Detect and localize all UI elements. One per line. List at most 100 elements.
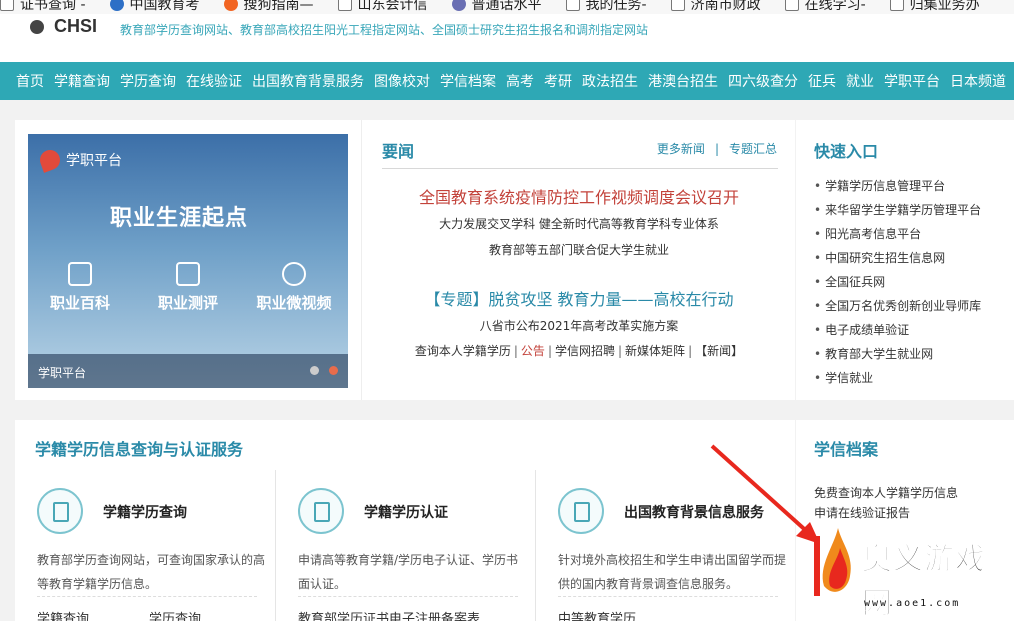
service-card-abroad[interactable]: 出国教育背景信息服务 针对境外高校招生和学生申请出国留学而提供的国内教育背景调查… bbox=[535, 470, 793, 621]
pipe-separator: | bbox=[513, 344, 518, 358]
registration-form-link[interactable]: 教育部学历证书电子注册备案表 bbox=[298, 612, 480, 621]
bookmark-item[interactable]: 中国教育考 bbox=[109, 0, 200, 14]
nav-item-home[interactable]: 首页 bbox=[16, 71, 44, 91]
feature-label: 职业百科 bbox=[49, 294, 110, 312]
bookmark-item[interactable]: 济南市财政 bbox=[670, 0, 761, 14]
quick-entry-item[interactable]: 学信就业 bbox=[814, 370, 981, 394]
quick-entry-title: 快速入口 bbox=[814, 142, 879, 161]
watermark-url: www.aoe1.com bbox=[864, 598, 961, 609]
service-panel: 学籍学历信息查询与认证服务 学籍学历查询 教育部学历查询网站，可查询国家承认的高… bbox=[15, 420, 795, 621]
bookmark-item[interactable]: 山东会计信 bbox=[337, 0, 428, 14]
quick-entry-item[interactable]: 全国万名优秀创新创业导师库 bbox=[814, 298, 981, 322]
service-title: 学籍学历信息查询与认证服务 bbox=[35, 440, 244, 459]
nav-item-xueji[interactable]: 学籍查询 bbox=[54, 71, 110, 91]
recruit-link[interactable]: 学信网招聘 bbox=[555, 344, 615, 358]
quick-entry-list: 学籍学历信息管理平台 来华留学生学籍学历管理平台 阳光高考信息平台 中国研究生招… bbox=[814, 178, 981, 394]
more-news-link[interactable]: 更多新闻 bbox=[657, 142, 705, 156]
service-card-title[interactable]: 出国教育背景信息服务 bbox=[624, 502, 764, 522]
banner-caption: 学职平台 bbox=[28, 354, 348, 388]
nav-item-archive[interactable]: 学信档案 bbox=[440, 71, 496, 91]
secondary-education-link[interactable]: 中等教育学历 bbox=[558, 612, 636, 621]
bookmark-item[interactable]: 搜狗指南— bbox=[223, 0, 314, 14]
quick-entry-item[interactable]: 全国征兵网 bbox=[814, 274, 981, 298]
topics-link[interactable]: 专题汇总 bbox=[729, 142, 777, 156]
archive-title: 学信档案 bbox=[814, 440, 879, 459]
news-sub-link[interactable]: 大力发展交叉学科 健全新时代高等教育学科专业体系 bbox=[362, 215, 796, 232]
carousel-dot-active[interactable] bbox=[329, 366, 338, 375]
service-card-desc: 针对境外高校招生和学生申请出国留学而提供的国内教育背景调查信息服务。 bbox=[558, 553, 787, 591]
service-card-title[interactable]: 学籍学历认证 bbox=[364, 502, 448, 522]
nav-item-xueli[interactable]: 学历查询 bbox=[120, 71, 176, 91]
flame-logo-icon bbox=[37, 147, 63, 173]
nav-item-kaoyan[interactable]: 考研 bbox=[544, 71, 572, 91]
bookmark-item[interactable]: 证书查询 - bbox=[0, 0, 86, 14]
news-tag-link[interactable]: 【新闻】 bbox=[695, 344, 743, 358]
quick-entry-item[interactable]: 教育部大学生就业网 bbox=[814, 346, 981, 370]
carousel-banner[interactable]: 学职平台 职业生涯起点 职业百科 职业测评 职业微视频 学职平台 bbox=[28, 134, 348, 388]
site-tagline: 教育部学历查询网站、教育部高校招生阳光工程指定网站、全国硕士研究生招生报名和调剂… bbox=[120, 23, 649, 37]
certificate-icon bbox=[298, 488, 344, 534]
query-self-link[interactable]: 查询本人学籍学历 bbox=[415, 344, 511, 358]
nav-item-image[interactable]: 图像校对 bbox=[374, 71, 430, 91]
topic-headline-link[interactable]: 【专题】脱贫攻坚 教育力量——高校在行动 bbox=[362, 286, 796, 310]
sogou-icon bbox=[223, 0, 238, 11]
news-separator: | bbox=[714, 142, 719, 156]
xueji-query-link[interactable]: 学籍查询 bbox=[37, 612, 89, 621]
news-sub-link[interactable]: 八省市公布2021年高考改革实施方案 bbox=[362, 317, 796, 334]
banner-brand-label: 学职平台 bbox=[66, 153, 122, 169]
news-divider bbox=[382, 168, 778, 169]
nav-item-verify[interactable]: 在线验证 bbox=[186, 71, 242, 91]
quick-entry-item[interactable]: 来华留学生学籍学历管理平台 bbox=[814, 202, 981, 226]
nav-item-jiuye[interactable]: 就业 bbox=[846, 71, 874, 91]
quick-entry-item[interactable]: 电子成绩单验证 bbox=[814, 322, 981, 346]
nav-item-abroad[interactable]: 出国教育背景服务 bbox=[252, 71, 364, 91]
bookmark-item[interactable]: 归集业务办 bbox=[889, 0, 980, 14]
nav-item-cet[interactable]: 四六级查分 bbox=[728, 71, 798, 91]
news-sub-link[interactable]: 教育部等五部门联合促大学生就业 bbox=[362, 241, 796, 258]
banner-brand: 学职平台 bbox=[37, 147, 122, 173]
bookmarks-bar: 证书查询 - 中国教育考 搜狗指南— 山东会计信 普通话水平 我的任务- 济南市… bbox=[0, 0, 1014, 14]
bookmark-label: 归集业务办 bbox=[909, 0, 980, 13]
service-links: 教育部学历证书电子注册备案表 bbox=[298, 608, 540, 621]
archive-item[interactable]: 免费查询本人学籍学历信息 bbox=[814, 484, 958, 504]
bookmark-item[interactable]: 我的任务- bbox=[565, 0, 647, 14]
bookmark-label: 我的任务- bbox=[585, 0, 647, 13]
announcement-link[interactable]: 公告 bbox=[521, 344, 545, 358]
news-panel: 要闻 更多新闻 | 专题汇总 全国教育系统疫情防控工作视频调度会议召开 大力发展交叉… bbox=[361, 120, 795, 400]
globe-icon bbox=[109, 0, 124, 11]
feature-encyclopedia[interactable]: 职业百科 bbox=[30, 262, 130, 313]
quick-entry-item[interactable]: 学籍学历信息管理平台 bbox=[814, 178, 981, 202]
search-document-icon bbox=[37, 488, 83, 534]
service-card-title[interactable]: 学籍学历查询 bbox=[103, 502, 187, 522]
headline-link[interactable]: 全国教育系统疫情防控工作视频调度会议召开 bbox=[362, 184, 796, 208]
watermark-logo-icon bbox=[814, 528, 851, 596]
divider bbox=[37, 596, 257, 597]
quick-entry-item[interactable]: 中国研究生招生信息网 bbox=[814, 250, 981, 274]
service-card-certify[interactable]: 学籍学历认证 申请高等教育学籍/学历电子认证、学历书面认证。 教育部学历证书电子… bbox=[275, 470, 533, 621]
pipe-separator: | bbox=[688, 344, 693, 358]
nav-item-gangaotai[interactable]: 港澳台招生 bbox=[648, 71, 718, 91]
divider bbox=[298, 596, 518, 597]
feature-assessment[interactable]: 职业测评 bbox=[138, 262, 238, 313]
nav-item-japan[interactable]: 日本频道 bbox=[950, 71, 1006, 91]
logo-text: CHSI bbox=[54, 16, 98, 36]
media-link[interactable]: 新媒体矩阵 bbox=[625, 344, 685, 358]
xueli-query-link[interactable]: 学历查询 bbox=[149, 612, 201, 621]
carousel-dot[interactable] bbox=[310, 366, 319, 375]
x-logo-icon bbox=[451, 0, 466, 11]
bookmark-label: 普通话水平 bbox=[471, 0, 542, 13]
site-logo[interactable]: CHSI bbox=[30, 16, 97, 37]
feature-video[interactable]: 职业微视频 bbox=[244, 262, 344, 313]
bookmark-item[interactable]: 普通话水平 bbox=[451, 0, 542, 14]
nav-item-gaokao[interactable]: 高考 bbox=[506, 71, 534, 91]
bookmark-item[interactable]: 在线学习- bbox=[784, 0, 866, 14]
nav-item-zhengfa[interactable]: 政法招生 bbox=[582, 71, 638, 91]
bookmark-label: 山东会计信 bbox=[357, 0, 428, 13]
carousel-dots bbox=[300, 366, 338, 375]
bookmark-label: 搜狗指南— bbox=[243, 0, 314, 13]
nav-item-zhengbing[interactable]: 征兵 bbox=[808, 71, 836, 91]
archive-item[interactable]: 申请在线验证报告 bbox=[814, 504, 958, 524]
service-card-query[interactable]: 学籍学历查询 教育部学历查询网站，可查询国家承认的高等教育学籍学历信息。 学籍查… bbox=[15, 470, 273, 621]
nav-item-xuezhi[interactable]: 学职平台 bbox=[884, 71, 940, 91]
quick-entry-item[interactable]: 阳光高考信息平台 bbox=[814, 226, 981, 250]
